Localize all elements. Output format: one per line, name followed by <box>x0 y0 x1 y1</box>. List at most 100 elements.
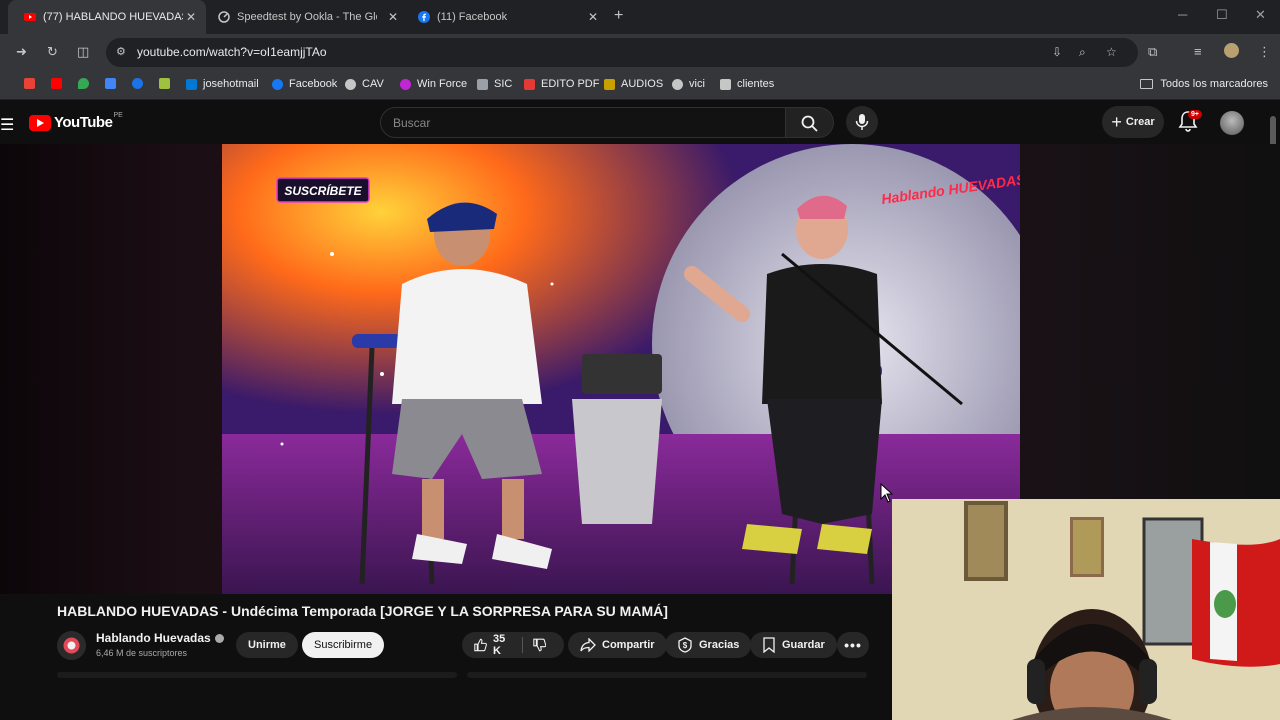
chrome-menu-icon[interactable]: ⋮ <box>1258 44 1271 60</box>
outlook-icon <box>186 78 197 90</box>
tab-title: (11) Facebook <box>437 11 508 23</box>
search-button[interactable] <box>786 107 834 138</box>
bookmarks-bar: josehotmail Facebook CAV Win Force SIC E… <box>0 70 1280 100</box>
close-tab-icon[interactable]: ✕ <box>186 10 196 24</box>
side-panel-icon[interactable]: ◫ <box>77 44 89 60</box>
bookmark-vici[interactable]: vici <box>672 78 705 90</box>
channel-name[interactable]: Hablando Huevadas <box>96 631 224 645</box>
bookmark-item[interactable] <box>24 78 41 89</box>
create-button[interactable]: + Crear <box>1102 106 1164 138</box>
globe-icon <box>345 78 356 90</box>
bookmark-item[interactable] <box>51 78 68 89</box>
save-button[interactable]: Guardar <box>750 632 837 658</box>
more-horizontal-icon: ••• <box>844 637 862 653</box>
plus-icon: + <box>1111 111 1122 132</box>
extensions-icon[interactable]: ⧉ <box>1148 44 1157 60</box>
voice-search-button[interactable] <box>846 106 878 138</box>
video-title: HABLANDO HUEVADAS - Undécima Temporada [… <box>57 603 668 619</box>
globe-icon <box>672 78 683 90</box>
instagram-icon <box>720 78 731 90</box>
youtube-logo[interactable]: YouTube PE <box>29 112 123 131</box>
bookmark-label: Facebook <box>289 78 338 90</box>
close-tab-icon[interactable]: ✕ <box>388 10 398 24</box>
close-tab-icon[interactable]: ✕ <box>588 10 598 24</box>
search-icon <box>801 115 818 132</box>
subscribe-label: Suscribirme <box>314 639 373 651</box>
forward-arrow-icon[interactable]: ➜ <box>16 44 27 60</box>
webcam-feed <box>892 499 1280 720</box>
browser-tab-facebook[interactable]: (11) Facebook ✕ <box>402 0 608 34</box>
facebook-icon <box>272 78 283 90</box>
bookmark-label: CAV <box>362 78 384 90</box>
media-control-icon[interactable]: ≡ <box>1194 44 1202 59</box>
webcam-overlay <box>892 499 1280 720</box>
close-window-icon[interactable]: ✕ <box>1255 7 1266 23</box>
account-avatar[interactable] <box>1220 111 1244 135</box>
photos-icon <box>105 78 116 89</box>
join-label: Unirme <box>248 639 286 651</box>
thumbs-down-icon[interactable] <box>532 637 546 653</box>
new-tab-button[interactable]: + <box>614 7 623 25</box>
subscribe-button[interactable]: Suscribirme <box>302 632 385 658</box>
bookmark-label: SIC <box>494 78 513 90</box>
channel-avatar[interactable] <box>57 631 86 660</box>
bookmark-clientes[interactable]: clientes <box>720 78 774 90</box>
pdf-icon <box>524 78 535 90</box>
like-button[interactable]: 35 K <box>474 633 512 657</box>
browser-tab-youtube[interactable]: (77) HABLANDO HUEVADAS - Un ✕ <box>8 0 206 34</box>
bookmark-label: Win Force <box>417 78 468 90</box>
tab-title: Speedtest by Ookla - The Glob <box>237 11 377 23</box>
bookmark-label: josehotmail <box>203 78 259 90</box>
browser-tab-speedtest[interactable]: Speedtest by Ookla - The Glob ✕ <box>202 0 408 34</box>
bookmark-item[interactable] <box>78 78 95 89</box>
browser-tab-strip: (77) HABLANDO HUEVADAS - Un ✕ Speedtest … <box>0 0 1280 34</box>
like-dislike-group: 35 K <box>462 632 564 658</box>
youtube-header: ☰ YouTube PE Buscar + Crear 9+ <box>0 101 1280 144</box>
svg-text:$: $ <box>683 641 688 650</box>
search-input[interactable]: Buscar <box>380 107 786 138</box>
win-force-icon <box>400 78 411 90</box>
site-settings-icon[interactable]: ⚙ <box>116 45 126 58</box>
install-app-icon[interactable]: ⇩ <box>1052 45 1062 59</box>
bookmark-josehotmail[interactable]: josehotmail <box>186 78 259 90</box>
minimize-icon[interactable]: ─ <box>1178 7 1187 22</box>
bookmark-icon <box>763 637 775 653</box>
bookmark-icon <box>132 78 143 89</box>
reload-icon[interactable]: ↻ <box>47 44 58 60</box>
bookmark-cav[interactable]: CAV <box>345 78 384 90</box>
menu-icon[interactable]: ☰ <box>0 115 14 135</box>
zoom-icon[interactable]: ⌕ <box>1079 45 1086 60</box>
sic-icon <box>477 78 488 90</box>
bookmark-label: vici <box>689 78 705 90</box>
verified-icon <box>214 634 224 644</box>
folder-icon <box>1140 79 1154 89</box>
super-thanks-icon: $ <box>678 637 692 653</box>
thanks-button[interactable]: $ Gracias <box>665 632 752 658</box>
description-box-edge <box>57 672 457 678</box>
youtube-icon <box>51 78 62 89</box>
maximize-icon[interactable]: ☐ <box>1216 7 1228 23</box>
bookmark-item[interactable] <box>159 78 176 89</box>
more-actions-button[interactable]: ••• <box>837 632 869 658</box>
share-label: Compartir <box>602 639 655 651</box>
join-button[interactable]: Unirme <box>236 632 298 658</box>
bookmark-icon <box>24 78 35 89</box>
bookmark-item[interactable] <box>105 78 122 89</box>
bookmark-facebook[interactable]: Facebook <box>272 78 337 90</box>
all-bookmarks[interactable]: Todos los marcadores <box>1140 78 1268 90</box>
bookmark-item[interactable] <box>132 78 149 89</box>
profile-avatar[interactable] <box>1224 43 1239 58</box>
subscribe-overlay: SUSCRÍBETE <box>284 183 362 198</box>
create-label: Crear <box>1125 116 1155 128</box>
bookmark-label: EDITO PDF <box>541 78 600 90</box>
bookmark-star-icon[interactable]: ☆ <box>1106 45 1117 59</box>
search-placeholder: Buscar <box>393 116 431 130</box>
bookmark-edito-pdf[interactable]: EDITO PDF <box>524 78 599 90</box>
address-bar[interactable]: ⚙ youtube.com/watch?v=oI1eamjjTAo ⇩ ⌕ ☆ <box>106 38 1138 67</box>
bookmark-audios[interactable]: AUDIOS <box>604 78 663 90</box>
maps-icon <box>78 78 89 89</box>
bookmark-sic[interactable]: SIC <box>477 78 512 90</box>
bookmark-win-force[interactable]: Win Force <box>400 78 467 90</box>
share-button[interactable]: Compartir <box>568 632 667 658</box>
channel-logo-icon <box>57 631 86 660</box>
